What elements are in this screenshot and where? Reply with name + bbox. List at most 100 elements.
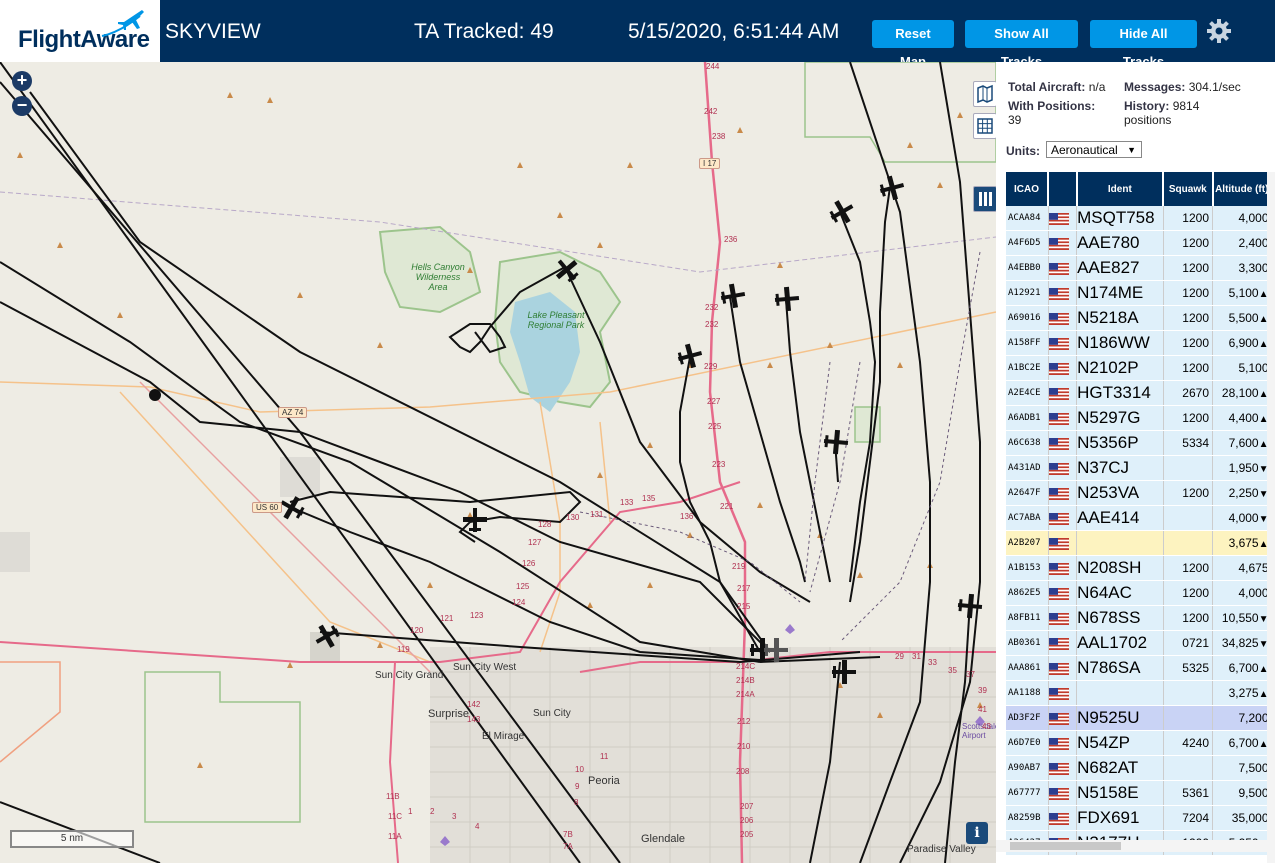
table-row[interactable]: AA1188 3,275▲ — [1006, 680, 1272, 706]
ident-cell: MSQT758 — [1076, 206, 1164, 231]
aircraft-icon[interactable] — [773, 285, 801, 313]
table-row[interactable]: A2E4CE HGT3314 2670 28,100▲ — [1006, 380, 1272, 406]
table-row[interactable]: A4EBB0 AAE827 1200 3,300 — [1006, 255, 1272, 281]
road-number: 217 — [737, 584, 751, 593]
units-select[interactable]: Aeronautical ▼ — [1046, 141, 1142, 158]
table-row[interactable]: A8259B FDX691 7204 35,000 — [1006, 805, 1272, 831]
table-row[interactable]: A6D7E0 N54ZP 4240 6,700▲ — [1006, 730, 1272, 756]
column-header-squawk[interactable]: Squawk — [1163, 172, 1214, 206]
aircraft-icon[interactable] — [762, 636, 790, 664]
table-row[interactable]: A12921 N174ME 1200 5,100▲ — [1006, 280, 1272, 306]
table-row[interactable]: A8FB11 N678SS 1200 10,550▼ — [1006, 605, 1272, 631]
vertical-scrollbar[interactable] — [1267, 172, 1275, 863]
table-row[interactable]: A1B153 N208SH 1200 4,675 — [1006, 555, 1272, 581]
road-number: 29 — [895, 652, 904, 661]
map-label: Surprise — [428, 708, 469, 720]
table-row[interactable]: A4F6D5 AAE780 1200 2,400 — [1006, 230, 1272, 256]
reset-map-button[interactable]: Reset Map — [872, 20, 954, 69]
altitude-cell: 2,250▼ — [1212, 480, 1272, 506]
us-flag-icon — [1048, 755, 1078, 781]
aircraft-icon[interactable] — [676, 342, 704, 370]
tracked-count: TA Tracked: 49 — [414, 20, 554, 43]
table-row[interactable]: A2647F N253VA 1200 2,250▼ — [1006, 480, 1272, 506]
road-number: 227 — [707, 397, 721, 406]
gear-icon[interactable] — [1206, 18, 1232, 44]
ident-cell: AAE414 — [1076, 505, 1164, 531]
ident-cell: N253VA — [1076, 480, 1164, 506]
us-flag-icon — [1048, 255, 1078, 281]
table-row[interactable]: A431AD N37CJ 1,950▼ — [1006, 455, 1272, 481]
table-row[interactable]: A2B207 3,675▲ — [1006, 530, 1272, 556]
aircraft-icon[interactable] — [828, 198, 856, 226]
ident-cell: HGT3314 — [1076, 380, 1164, 406]
highway-shield: US 60 — [252, 502, 283, 513]
table-row[interactable]: A90AB7 N682AT 7,500 — [1006, 755, 1272, 781]
table-row[interactable]: AC7ABA AAE414 4,000▼ — [1006, 505, 1272, 531]
grid-icon[interactable] — [973, 113, 996, 139]
table-row[interactable]: A158FF N186WW 1200 6,900▲ — [1006, 330, 1272, 356]
show-all-tracks-button[interactable]: Show All Tracks — [965, 20, 1078, 69]
ident-cell: AAL1702 — [1076, 630, 1164, 656]
info-icon[interactable]: i — [966, 822, 988, 844]
column-header-icao[interactable]: ICAO — [1006, 172, 1050, 206]
us-flag-icon — [1048, 430, 1078, 456]
history-unit: positions — [1124, 113, 1172, 127]
table-row[interactable]: AB0361 AAL1702 0721 34,825▼ — [1006, 630, 1272, 656]
hide-all-tracks-button[interactable]: Hide All Tracks — [1090, 20, 1197, 69]
aircraft-icon[interactable] — [822, 428, 850, 456]
aircraft-icon[interactable] — [719, 282, 747, 310]
road-number: 37 — [966, 670, 975, 679]
icao-cell: A2E4CE — [1006, 380, 1049, 406]
map-layer[interactable] — [0, 62, 996, 863]
flightaware-logo[interactable]: FlightAware — [0, 0, 160, 62]
current-datetime: 5/15/2020, 6:51:44 AM — [628, 20, 840, 43]
columns-icon[interactable] — [973, 186, 996, 212]
aircraft-icon[interactable] — [461, 506, 489, 534]
icao-cell: A1BC2E — [1006, 355, 1049, 381]
zoom-out-icon[interactable]: − — [12, 96, 32, 116]
column-header-flag[interactable] — [1048, 172, 1078, 206]
squawk-cell: 1200 — [1163, 330, 1214, 356]
aircraft-icon[interactable] — [956, 592, 984, 620]
icao-cell: ACAA84 — [1006, 206, 1049, 231]
column-header-altitude[interactable]: Altitude (ft) — [1212, 172, 1272, 206]
icao-cell: A69016 — [1006, 305, 1049, 331]
road-number: 125 — [516, 582, 530, 591]
squawk-cell: 1200 — [1163, 355, 1214, 381]
table-row[interactable]: ACAA84 MSQT758 1200 4,000 — [1006, 206, 1272, 231]
road-number: 31 — [912, 652, 921, 661]
map-view[interactable]: Hells Canyon Wilderness Area Lake Pleasa… — [0, 62, 996, 863]
zoom-in-icon[interactable]: + — [12, 71, 32, 91]
scrollbar-thumb[interactable] — [1010, 842, 1121, 850]
aircraft-icon[interactable] — [278, 494, 306, 522]
altitude-value: 9,500 — [1238, 786, 1269, 800]
road-number: 126 — [522, 559, 536, 568]
table-row[interactable]: AD3F2F N9525U 7,200 — [1006, 705, 1272, 731]
table-row[interactable]: A862E5 N64AC 1200 4,000 — [1006, 580, 1272, 606]
table-row[interactable]: A6ADB1 N5297G 1200 4,400▲ — [1006, 405, 1272, 431]
aircraft-icon[interactable] — [553, 256, 581, 284]
column-header-ident[interactable]: Ident — [1076, 172, 1165, 206]
icao-cell: A90AB7 — [1006, 755, 1049, 781]
us-flag-icon — [1048, 630, 1078, 656]
aircraft-icon[interactable] — [313, 622, 341, 650]
aircraft-icon[interactable] — [878, 174, 906, 202]
table-row[interactable]: A69016 N5218A 1200 5,500▲ — [1006, 305, 1272, 331]
icao-cell: A4F6D5 — [1006, 230, 1049, 256]
map-icon[interactable] — [973, 81, 996, 107]
table-row[interactable]: A67777 N5158E 5361 9,500 — [1006, 780, 1272, 806]
aircraft-icon[interactable] — [830, 658, 858, 686]
history-label: History: — [1124, 99, 1170, 113]
squawk-cell — [1163, 455, 1214, 481]
map-label: Lake Pleasant Regional Park — [527, 310, 585, 330]
squawk-cell: 2670 — [1163, 380, 1214, 406]
map-label: El Mirage — [482, 731, 525, 742]
table-row[interactable]: AAA861 N786SA 5325 6,700▲ — [1006, 655, 1272, 681]
us-flag-icon — [1048, 230, 1078, 256]
table-row[interactable]: A1BC2E N2102P 1200 5,100 — [1006, 355, 1272, 381]
us-flag-icon — [1048, 605, 1078, 631]
altitude-value: 28,100 — [1221, 386, 1259, 400]
table-row[interactable]: A6C638 N5356P 5334 7,600▲ — [1006, 430, 1272, 456]
horizontal-scrollbar[interactable] — [996, 840, 1271, 852]
altitude-cell: 6,900▲ — [1212, 330, 1272, 356]
